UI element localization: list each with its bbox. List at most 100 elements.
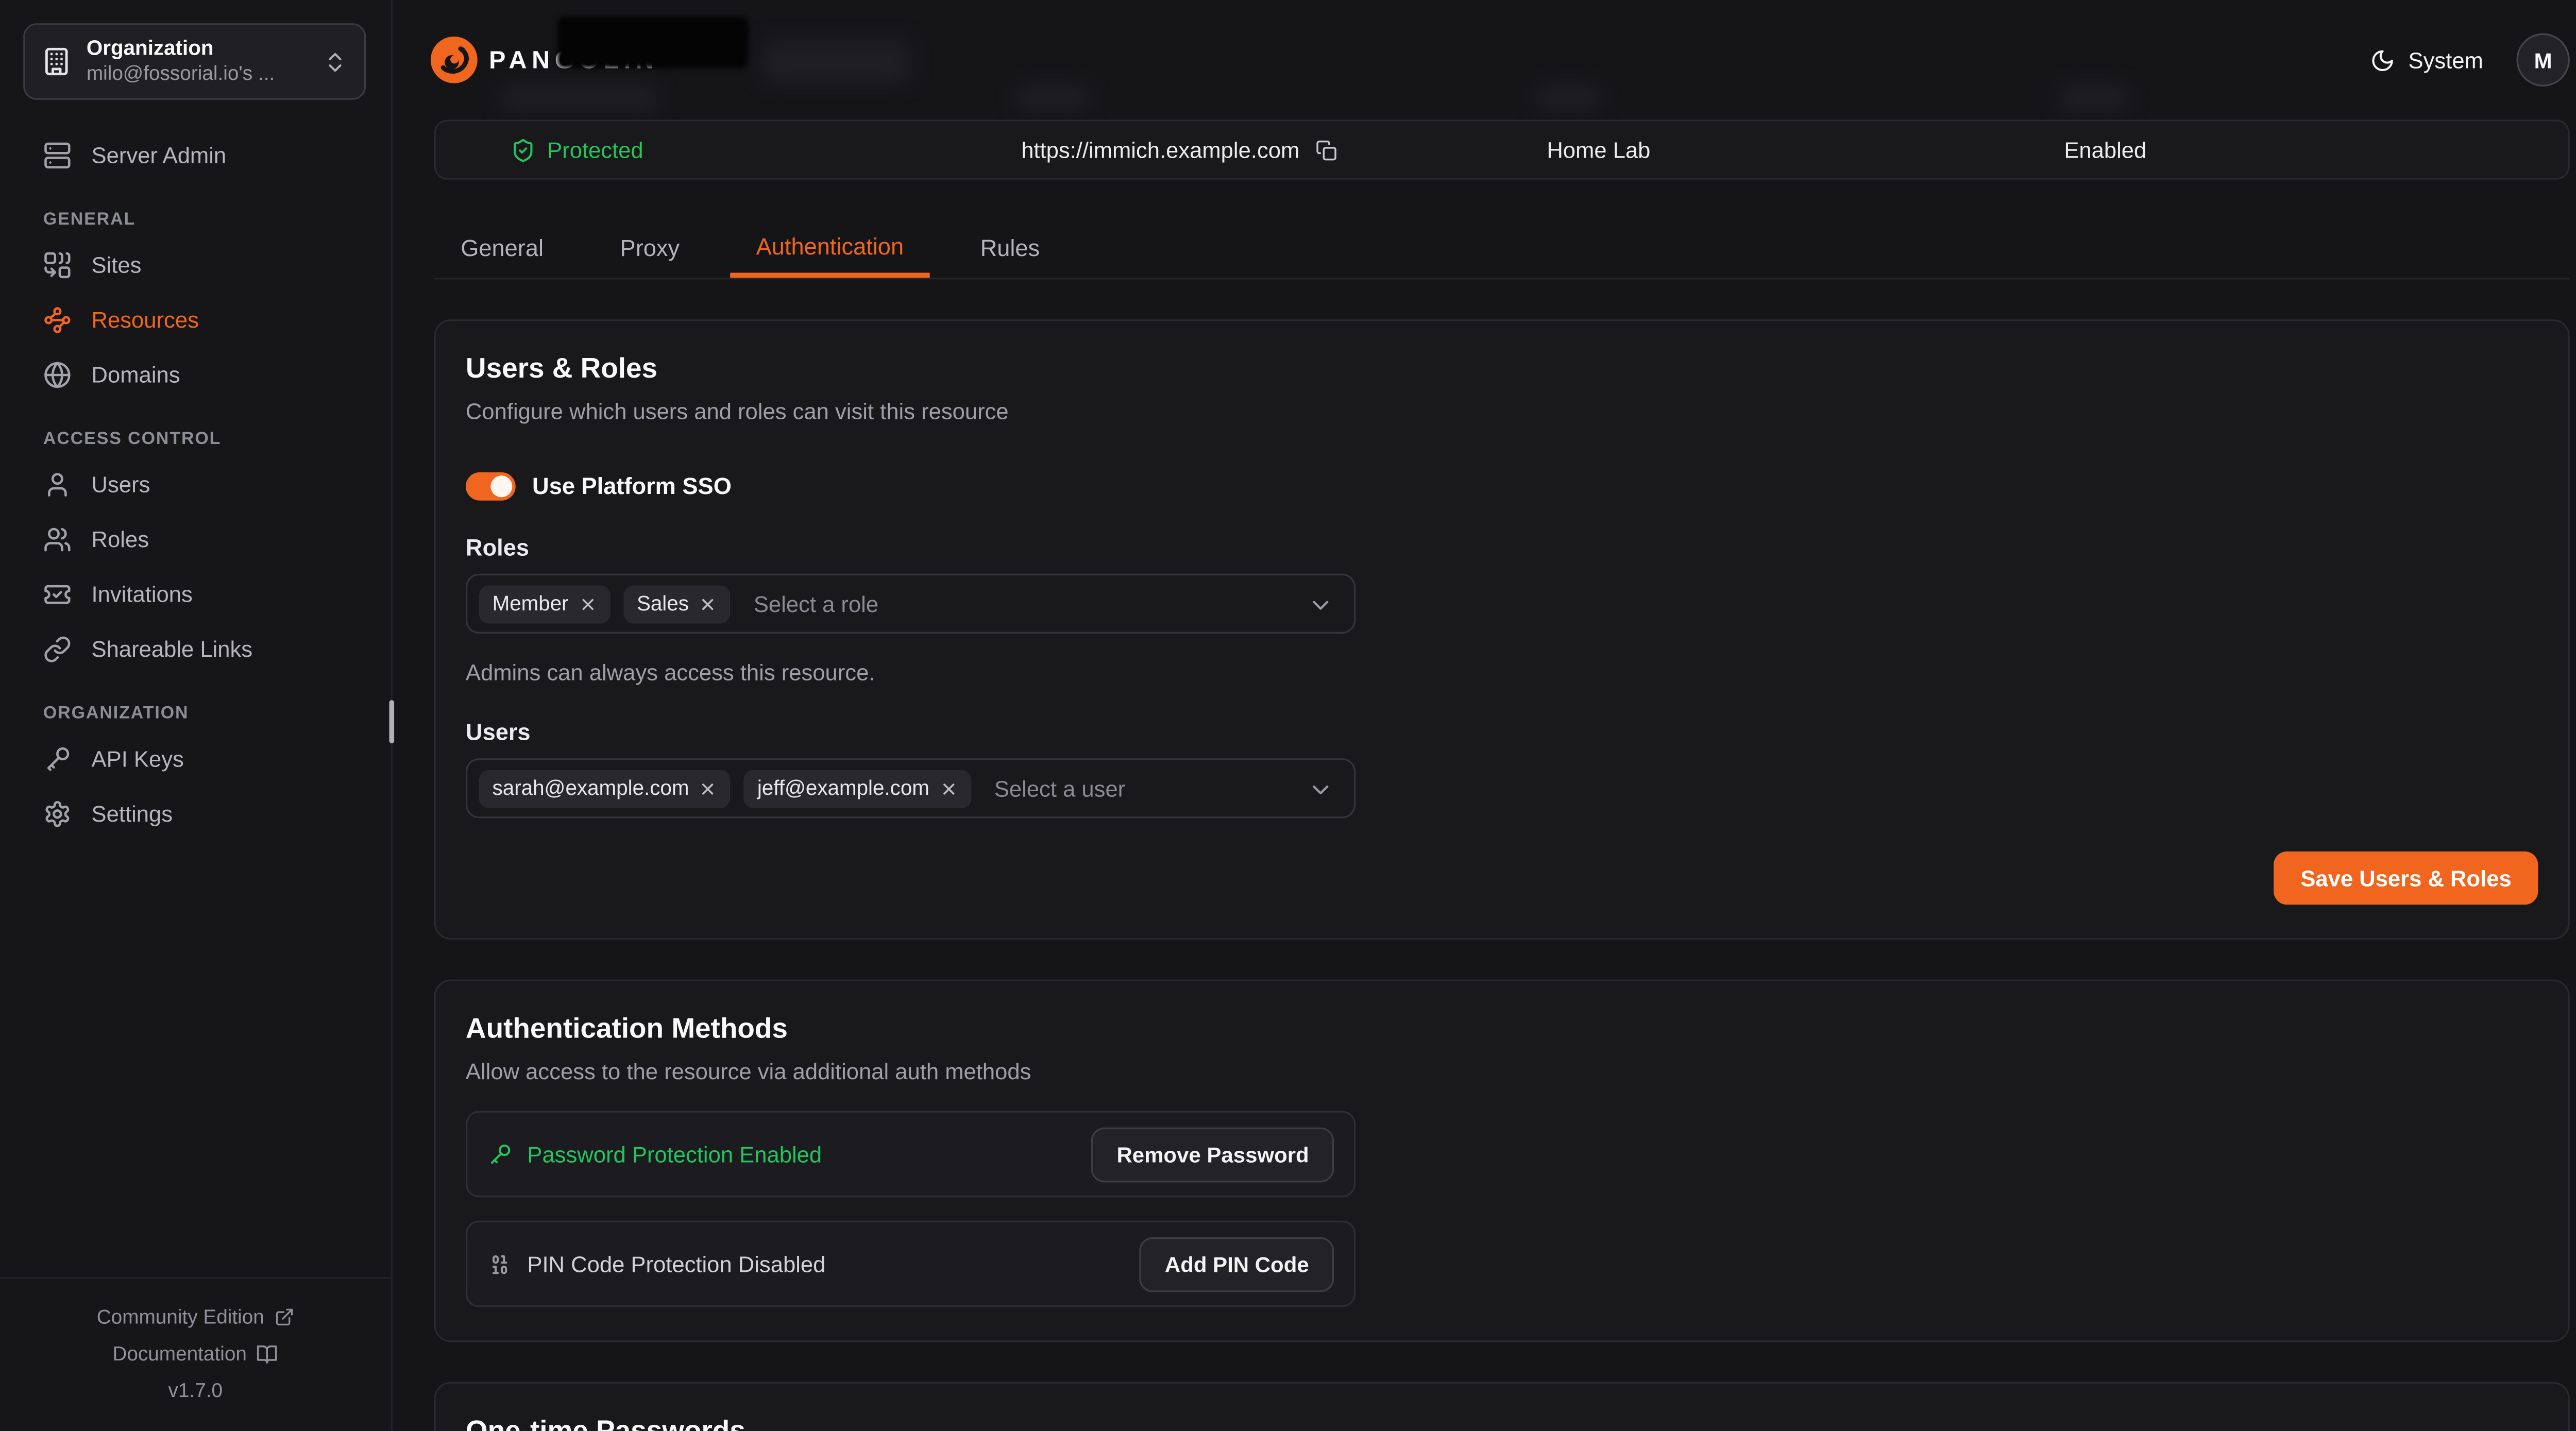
theme-selector[interactable]: System: [2370, 47, 2483, 72]
key-round-icon: [487, 1142, 512, 1166]
org-value: milo@fossorial.io's ...: [87, 62, 308, 87]
sidebar-item-resources[interactable]: Resources: [27, 298, 364, 341]
org-selector[interactable]: Organization milo@fossorial.io's ...: [23, 23, 366, 100]
shield-check-icon: [511, 137, 535, 162]
server-icon: [43, 141, 72, 169]
pin-status-label: PIN Code Protection Disabled: [527, 1251, 825, 1276]
topbar-right: System M: [2370, 0, 2569, 120]
redacted-resource-title: [557, 16, 748, 68]
documentation-label: Documentation: [112, 1335, 247, 1372]
role-tag-label: Member: [493, 592, 569, 615]
platform-sso-toggle[interactable]: [466, 471, 516, 500]
user-tag: jeff@example.com: [744, 769, 971, 807]
app-version: v1.7.0: [0, 1372, 391, 1408]
sidebar-nav: Server Admin GENERAL Sites Resources Dom: [27, 133, 364, 846]
users-select[interactable]: sarah@example.com jeff@example.com Selec…: [466, 758, 1355, 818]
user-avatar[interactable]: M: [2516, 33, 2569, 87]
sidebar-item-label: API Keys: [92, 746, 184, 771]
otp-card: One-time Passwords Require email-based a…: [434, 1382, 2570, 1431]
sidebar-item-roles[interactable]: Roles: [27, 517, 364, 560]
users-roles-card: Users & Roles Configure which users and …: [434, 319, 2570, 940]
pangolin-logo-icon: [429, 35, 479, 85]
role-tag: Sales: [623, 585, 731, 623]
sidebar-item-label: Server Admin: [92, 142, 227, 167]
sso-toggle-row: Use Platform SSO: [466, 471, 2538, 501]
password-status: Password Protection Enabled: [487, 1142, 822, 1166]
role-tag: Member: [479, 585, 611, 623]
app-window: Organization milo@fossorial.io's ... Ser…: [0, 0, 2576, 1431]
password-status-label: Password Protection Enabled: [527, 1142, 822, 1166]
tab-proxy[interactable]: Proxy: [594, 218, 706, 278]
book-open-icon: [257, 1343, 278, 1365]
chevrons-up-down-icon: [323, 49, 347, 74]
tab-authentication[interactable]: Authentication: [730, 218, 930, 278]
user-tag-label: sarah@example.com: [493, 777, 689, 800]
link-icon: [43, 635, 72, 663]
sidebar-item-label: Roles: [92, 526, 149, 551]
sidebar-item-label: Resources: [92, 307, 199, 332]
sidebar-section-general: GENERAL: [27, 206, 364, 233]
redacted-label-site: [1537, 85, 1600, 112]
roles-placeholder: Select a role: [754, 591, 878, 616]
org-label: Organization: [87, 36, 308, 62]
sidebar-item-label: Settings: [92, 800, 173, 825]
user-tag: sarah@example.com: [479, 769, 731, 807]
sidebar-item-sites[interactable]: Sites: [27, 243, 364, 286]
close-icon[interactable]: [939, 779, 958, 797]
ticket-check-icon: [43, 580, 72, 608]
sidebar-item-invitations[interactable]: Invitations: [27, 572, 364, 616]
password-protection-row: Password Protection Enabled Remove Passw…: [466, 1111, 1355, 1198]
globe-icon: [43, 360, 72, 388]
redacted-label-status: [501, 85, 659, 112]
sidebar-item-shareable-links[interactable]: Shareable Links: [27, 627, 364, 670]
sidebar-item-settings[interactable]: Settings: [27, 792, 364, 835]
add-pin-code-button[interactable]: Add PIN Code: [1140, 1236, 1334, 1291]
users-icon: [43, 525, 72, 553]
user-tag-label: jeff@example.com: [757, 777, 929, 800]
topbar: PANGOLIN System M: [393, 0, 2576, 120]
copy-icon[interactable]: [1316, 139, 1338, 161]
users-label: Users: [466, 719, 2538, 745]
key-icon: [43, 744, 72, 773]
resource-status-label: Protected: [547, 137, 643, 162]
sidebar-footer: Community Edition Documentation v1.7.0: [0, 1277, 391, 1431]
card-title: One-time Passwords: [466, 1413, 2538, 1431]
sidebar-item-server-admin[interactable]: Server Admin: [27, 133, 364, 176]
close-icon[interactable]: [579, 594, 597, 613]
waypoints-icon: [43, 305, 72, 333]
org-text: Organization milo@fossorial.io's ...: [87, 36, 308, 87]
sidebar-section-access-control: ACCESS CONTROL: [27, 425, 364, 452]
community-edition-link[interactable]: Community Edition: [0, 1299, 391, 1335]
sidebar-item-api-keys[interactable]: API Keys: [27, 737, 364, 780]
sso-toggle-label: Use Platform SSO: [532, 472, 732, 499]
building-icon: [42, 46, 72, 76]
documentation-link[interactable]: Documentation: [0, 1335, 391, 1372]
card-title: Authentication Methods: [466, 1011, 2538, 1048]
card-subtitle: Configure which users and roles can visi…: [466, 398, 2538, 428]
chevron-down-icon: [1307, 592, 1334, 619]
redacted-label-url: [1016, 85, 1090, 112]
save-row: Save Users & Roles: [466, 851, 2538, 905]
sidebar-item-domains[interactable]: Domains: [27, 352, 364, 396]
resource-url-group: https://immich.example.com: [1021, 122, 1337, 178]
pin-status: PIN Code Protection Disabled: [487, 1251, 825, 1276]
combine-icon: [43, 250, 72, 279]
roles-label: Roles: [466, 534, 2538, 560]
remove-password-button[interactable]: Remove Password: [1092, 1127, 1334, 1182]
main-content: PANGOLIN System M: [393, 0, 2576, 1431]
resource-site: Home Lab: [1547, 122, 1650, 178]
resource-sso-state: Enabled: [2064, 122, 2146, 178]
sidebar-section-organization: ORGANIZATION: [27, 700, 364, 727]
redacted-breadcrumb: [762, 40, 912, 83]
card-subtitle: Allow access to the resource via additio…: [466, 1058, 2538, 1087]
sidebar-item-users[interactable]: Users: [27, 462, 364, 505]
tab-general[interactable]: General: [434, 218, 570, 278]
close-icon[interactable]: [699, 594, 717, 613]
tab-rules[interactable]: Rules: [954, 218, 1066, 278]
roles-select[interactable]: Member Sales Select a role: [466, 574, 1355, 634]
binary-icon: [487, 1251, 512, 1276]
role-tag-label: Sales: [637, 592, 689, 615]
sidebar-item-label: Shareable Links: [92, 636, 253, 661]
save-users-roles-button[interactable]: Save Users & Roles: [2274, 851, 2538, 905]
close-icon[interactable]: [699, 779, 718, 797]
